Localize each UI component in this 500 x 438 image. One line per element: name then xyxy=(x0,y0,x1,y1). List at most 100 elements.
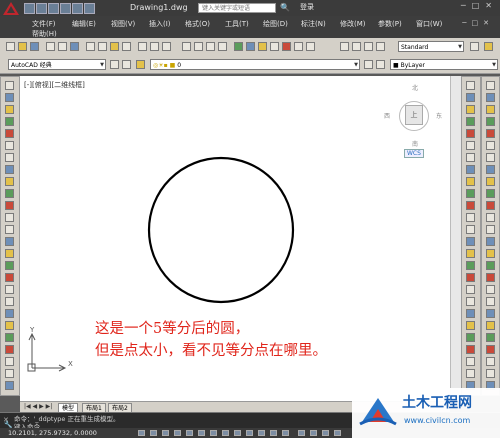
viewcube[interactable]: 北 西 东 南 上 WCS xyxy=(374,81,454,161)
order-tool-13-icon[interactable] xyxy=(486,225,495,234)
copy-icon[interactable] xyxy=(98,42,107,51)
layer-make-current-icon[interactable] xyxy=(376,60,385,69)
brush-icon[interactable] xyxy=(484,42,493,51)
modify-tool-4-icon[interactable] xyxy=(466,117,475,126)
modify-tool-16-icon[interactable] xyxy=(466,261,475,270)
modify-tool-20-icon[interactable] xyxy=(466,309,475,318)
modify-tool-8-icon[interactable] xyxy=(466,165,475,174)
selection-cycling-icon[interactable] xyxy=(282,430,289,436)
layer-properties-icon[interactable] xyxy=(136,60,145,69)
order-tool-16-icon[interactable] xyxy=(486,261,495,270)
search-input[interactable]: 键入关键字或短语 xyxy=(198,3,276,13)
zoom-window-icon[interactable] xyxy=(206,42,215,51)
menu-insert[interactable]: 插入(I) xyxy=(149,19,171,29)
pan-icon[interactable] xyxy=(182,42,191,51)
menu-dimension[interactable]: 标注(N) xyxy=(301,19,326,29)
order-tool-3-icon[interactable] xyxy=(486,105,495,114)
modify-tool-7-icon[interactable] xyxy=(466,153,475,162)
cut-icon[interactable] xyxy=(86,42,95,51)
viewcube-top-face[interactable]: 上 xyxy=(405,105,423,125)
redo-icon[interactable] xyxy=(162,42,171,51)
order-tool-23-icon[interactable] xyxy=(486,345,495,354)
draw-tool-20-icon[interactable] xyxy=(5,309,14,318)
draw-tool-15-icon[interactable] xyxy=(5,249,14,258)
order-tool-5-icon[interactable] xyxy=(486,129,495,138)
text-style-select[interactable]: Standard ▼ xyxy=(398,41,464,52)
menu-format[interactable]: 格式(O) xyxy=(185,19,210,29)
viewcube-east[interactable]: 东 xyxy=(436,111,442,120)
undo-icon[interactable] xyxy=(150,42,159,51)
draw-tool-3-icon[interactable] xyxy=(5,105,14,114)
menu-edit[interactable]: 编辑(E) xyxy=(72,19,96,29)
draw-tool-23-icon[interactable] xyxy=(5,345,14,354)
polar-tracking-icon[interactable] xyxy=(174,430,181,436)
modify-tool-12-icon[interactable] xyxy=(466,213,475,222)
save-icon[interactable] xyxy=(48,3,59,14)
quick-view-drawings-icon[interactable] xyxy=(322,430,329,436)
tool-palettes-icon[interactable] xyxy=(258,42,267,51)
open-icon[interactable] xyxy=(18,42,27,51)
login-button[interactable]: 登录 xyxy=(300,2,314,12)
color-select[interactable]: ■ ByLayer ▼ xyxy=(390,59,498,70)
save-icon[interactable] xyxy=(30,42,39,51)
draw-tool-25-icon[interactable] xyxy=(5,369,14,378)
draw-tool-24-icon[interactable] xyxy=(5,357,14,366)
draw-tool-5-icon[interactable] xyxy=(5,129,14,138)
draw-tool-6-icon[interactable] xyxy=(5,141,14,150)
draw-tool-4-icon[interactable] xyxy=(5,117,14,126)
properties-icon[interactable] xyxy=(234,42,243,51)
close-icon[interactable]: ✕ xyxy=(485,1,498,10)
order-tool-4-icon[interactable] xyxy=(486,117,495,126)
menu-view[interactable]: 视图(V) xyxy=(111,19,135,29)
dynamic-input-icon[interactable] xyxy=(234,430,241,436)
modify-tool-3-icon[interactable] xyxy=(466,105,475,114)
modify-tool-13-icon[interactable] xyxy=(466,225,475,234)
design-center-icon[interactable] xyxy=(246,42,255,51)
menu-file[interactable]: 文件(F) xyxy=(32,19,56,29)
open-file-icon[interactable] xyxy=(36,3,47,14)
order-tool-22-icon[interactable] xyxy=(486,333,495,342)
maximize-icon[interactable]: □ xyxy=(472,1,486,10)
menu-tools[interactable]: 工具(T) xyxy=(225,19,249,29)
modify-tool-24-icon[interactable] xyxy=(466,357,475,366)
lineweight-icon[interactable] xyxy=(246,430,253,436)
help-icon[interactable] xyxy=(306,42,315,51)
menu-modify[interactable]: 修改(M) xyxy=(340,19,366,29)
customize-icon[interactable] xyxy=(122,60,131,69)
order-tool-11-icon[interactable] xyxy=(486,201,495,210)
order-tool-8-icon[interactable] xyxy=(486,165,495,174)
viewport-controls-label[interactable]: [-][俯视][二维线框] xyxy=(24,80,85,90)
plot-preview-icon[interactable] xyxy=(58,42,67,51)
doc-window-controls[interactable]: ─□✕ xyxy=(462,19,494,27)
zoom-realtime-icon[interactable] xyxy=(194,42,203,51)
order-tool-2-icon[interactable] xyxy=(486,93,495,102)
order-tool-18-icon[interactable] xyxy=(486,285,495,294)
viewcube-north[interactable]: 北 xyxy=(412,83,418,92)
publish-icon[interactable] xyxy=(70,42,79,51)
draw-tool-10-icon[interactable] xyxy=(5,189,14,198)
draw-tool-9-icon[interactable] xyxy=(5,177,14,186)
quickcalc-icon[interactable] xyxy=(294,42,303,51)
modify-tool-23-icon[interactable] xyxy=(466,345,475,354)
draw-tool-19-icon[interactable] xyxy=(5,297,14,306)
3d-object-snap-icon[interactable] xyxy=(198,430,205,436)
modify-tool-11-icon[interactable] xyxy=(466,201,475,210)
quick-view-layouts-icon[interactable] xyxy=(310,430,317,436)
workspace-settings-icon[interactable] xyxy=(110,60,119,69)
wcs-menu-button[interactable]: WCS xyxy=(404,149,424,158)
multileader-style-icon[interactable] xyxy=(376,42,385,51)
modify-tool-17-icon[interactable] xyxy=(466,273,475,282)
order-tool-25-icon[interactable] xyxy=(486,369,495,378)
draw-tool-14-icon[interactable] xyxy=(5,237,14,246)
menu-parametric[interactable]: 参数(P) xyxy=(378,19,402,29)
print-icon[interactable] xyxy=(60,3,71,14)
autocad-logo-icon[interactable] xyxy=(2,1,20,16)
draw-tool-2-icon[interactable] xyxy=(5,93,14,102)
order-tool-19-icon[interactable] xyxy=(486,297,495,306)
quick-properties-icon[interactable] xyxy=(270,430,277,436)
plot-icon[interactable] xyxy=(46,42,55,51)
modify-tool-18-icon[interactable] xyxy=(466,285,475,294)
modify-tool-15-icon[interactable] xyxy=(466,249,475,258)
zoom-previous-icon[interactable] xyxy=(218,42,227,51)
draw-tool-26-icon[interactable] xyxy=(5,381,14,390)
